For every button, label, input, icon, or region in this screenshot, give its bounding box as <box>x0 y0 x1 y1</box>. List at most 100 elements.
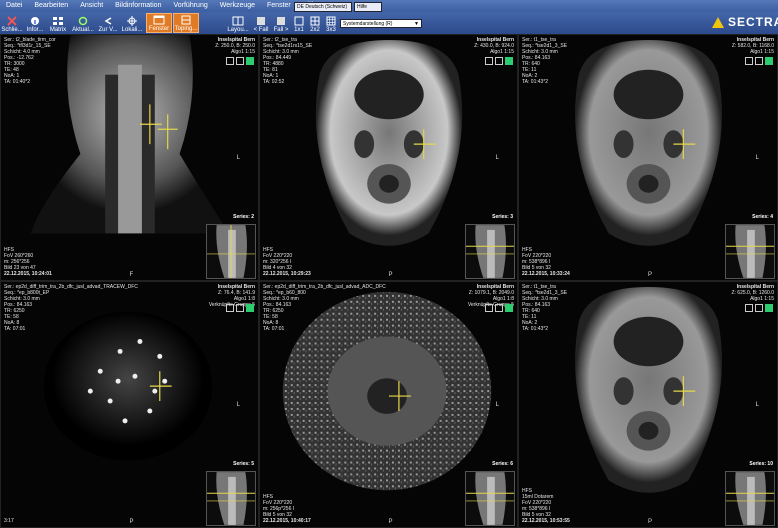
viewport-6[interactable]: Ser.: t1_tse_tra Seq.: *tse2d1_3_SE Schich… <box>518 281 778 528</box>
hand-icon[interactable] <box>226 304 234 312</box>
close-label: Schlie... <box>1 27 23 33</box>
scout-thumbnail[interactable] <box>725 224 775 279</box>
series-number: Series: 4 <box>752 214 773 220</box>
help-field[interactable]: Hilfe <box>354 2 382 12</box>
next-case-button[interactable]: Fall > <box>272 13 290 33</box>
viewport-2[interactable]: Ser.: t2_tse_tra Seq.: *tse2d1rs15_SE Schi… <box>259 34 518 281</box>
hand-icon[interactable] <box>745 304 753 312</box>
menu-item-3[interactable]: Bildinformation <box>109 0 167 12</box>
viewport-tools <box>226 57 254 65</box>
viewport-tools <box>745 304 773 312</box>
series-number: Series: 10 <box>749 461 773 467</box>
window-info: Inselspital Bern Z: 625.0, B: 1260.0 Algo1… <box>731 284 774 302</box>
next-case-icon <box>277 17 285 25</box>
orientation-label-bottom: F <box>129 272 134 278</box>
image-info: HFS FoV 220*220 m: 320*256 I Bild 4 von 32 2… <box>263 247 311 277</box>
viewport-tools <box>485 57 513 65</box>
window-info: Inselspital Bern Z: 582.0, B: 1168.0 Algo1… <box>732 37 774 55</box>
layout-icon <box>232 16 244 26</box>
series-info-line: TA: 01:40*2 <box>4 79 31 85</box>
scout-thumbnail[interactable] <box>206 471 256 526</box>
refresh-label: Aktual... <box>72 27 94 33</box>
play-icon[interactable] <box>246 304 254 312</box>
play-icon[interactable] <box>505 57 513 65</box>
image-info-line: 22.12.2015, 10:40:17 <box>263 518 311 524</box>
display-preset-select[interactable]: Systemdarstellung (R) ▼ <box>340 19 422 28</box>
scroll-icon[interactable] <box>755 304 763 312</box>
localize-label: Lokali... <box>121 27 143 33</box>
series-info-line: TA: 07:01 <box>4 326 26 332</box>
play-icon[interactable] <box>765 57 773 65</box>
matrix-label: Matrix <box>49 27 67 33</box>
menu-item-2[interactable]: Ansicht <box>74 0 109 12</box>
series-number: Series: 2 <box>233 214 254 220</box>
viewport-1[interactable]: Ser.: t2_blade_tirm_cor Seq.: *tfl3d1r_15… <box>0 34 259 281</box>
series-info-line: TA: 01:43*2 <box>522 79 549 85</box>
viewport-4[interactable]: Ser.: ep2d_diff_trim_tra_2b_dfc_jusl_adv… <box>0 281 259 528</box>
scroll-icon[interactable] <box>755 57 763 65</box>
display-preset-value: Systemdarstellung (R) <box>343 21 393 27</box>
window-info: Inselspital Bern Z: 430.0, B: 924.0 Algo1 … <box>474 37 514 55</box>
scroll-icon[interactable] <box>495 57 503 65</box>
refresh-button[interactable]: Aktual... <box>72 13 94 33</box>
scroll-icon[interactable] <box>495 304 503 312</box>
viewport-tools <box>485 304 513 312</box>
scout-thumbnail-image <box>207 225 255 278</box>
scout-thumbnail[interactable] <box>465 471 515 526</box>
topogram-icon <box>181 15 191 25</box>
layout-2x2-icon <box>310 16 320 26</box>
prev-case-button[interactable]: < Fall <box>252 13 270 33</box>
hand-icon[interactable] <box>485 57 493 65</box>
orientation-label-left: L <box>755 155 759 161</box>
matrix-icon <box>53 17 63 25</box>
scout-thumbnail-image <box>726 472 774 525</box>
series-info: Ser.: t2_tse_tra Seq.: *tse2d1rs15_SE Schi… <box>263 37 312 85</box>
scout-thumbnail-image <box>726 225 774 278</box>
orientation-label-left: L <box>755 402 759 408</box>
menu-item-5[interactable]: Werkzeuge <box>214 0 261 12</box>
warning-icon <box>712 16 724 28</box>
menu-bar: Datei Bearbeiten Ansicht Bildinformation Vor… <box>0 0 778 12</box>
layout-label: Layou... <box>227 27 249 33</box>
scout-thumbnail[interactable] <box>465 224 515 279</box>
back-view-button[interactable]: Zur V... <box>97 13 119 33</box>
menu-item-1[interactable]: Bearbeiten <box>28 0 74 12</box>
hand-icon[interactable] <box>745 57 753 65</box>
info-button[interactable]: Infor... <box>25 13 45 33</box>
series-info: Ser.: t2_blade_tirm_cor Seq.: *tfl3d1r_15… <box>4 37 56 85</box>
language-selector[interactable]: DE Deutsch (Schweiz) <box>294 2 352 12</box>
hand-icon[interactable] <box>226 57 234 65</box>
close-button[interactable]: Schlie... <box>1 13 23 33</box>
play-icon[interactable] <box>505 304 513 312</box>
layout-3x3-button[interactable]: 3x3 <box>324 13 338 33</box>
menu-item-0[interactable]: Datei <box>0 0 28 12</box>
scout-thumbnail[interactable] <box>725 471 775 526</box>
topogram-button[interactable]: Toping... <box>173 13 199 33</box>
image-info: HFS FoV 260*260 m: 256*256 Bild 23 von 47 22… <box>4 247 52 277</box>
viewport-3[interactable]: Ser.: t1_tse_tra Seq.: *tse2d1_3_SE Schich… <box>518 34 778 281</box>
scroll-icon[interactable] <box>236 304 244 312</box>
menu-item-4[interactable]: Vorführung <box>167 0 213 12</box>
viewport-5[interactable]: Ser.: ep2d_diff_trim_tra_2b_dfc_jusl_adv… <box>259 281 518 528</box>
play-icon[interactable] <box>765 304 773 312</box>
scout-thumbnail[interactable] <box>206 224 256 279</box>
scout-thumbnail-image <box>466 225 514 278</box>
matrix-button[interactable]: Matrix <box>48 13 68 33</box>
hand-icon[interactable] <box>485 304 493 312</box>
menu-item-6[interactable]: Fenster <box>261 0 297 12</box>
viewport-grid: Ser.: t2_blade_tirm_cor Seq.: *tfl3d1r_15… <box>0 34 778 528</box>
window-button[interactable]: Fenster <box>146 13 172 33</box>
series-number: Series: 6 <box>492 461 513 467</box>
play-icon[interactable] <box>246 57 254 65</box>
layout-1x1-button[interactable]: 1x1 <box>292 13 306 33</box>
layout-2x2-button[interactable]: 2x2 <box>308 13 322 33</box>
orientation-label-left: L <box>236 402 240 408</box>
layout-button[interactable]: Layou... <box>226 13 250 33</box>
localize-button[interactable]: Lokali... <box>121 13 143 33</box>
logo-text: SECTRA <box>728 15 778 29</box>
scroll-icon[interactable] <box>236 57 244 65</box>
layout-1x1-label: 1x1 <box>294 27 304 33</box>
info-icon <box>31 17 39 25</box>
series-info: Ser.: ep2d_diff_trim_tra_2b_dfc_jusl_adv… <box>4 284 138 332</box>
image-info: 3:17 <box>4 518 14 524</box>
